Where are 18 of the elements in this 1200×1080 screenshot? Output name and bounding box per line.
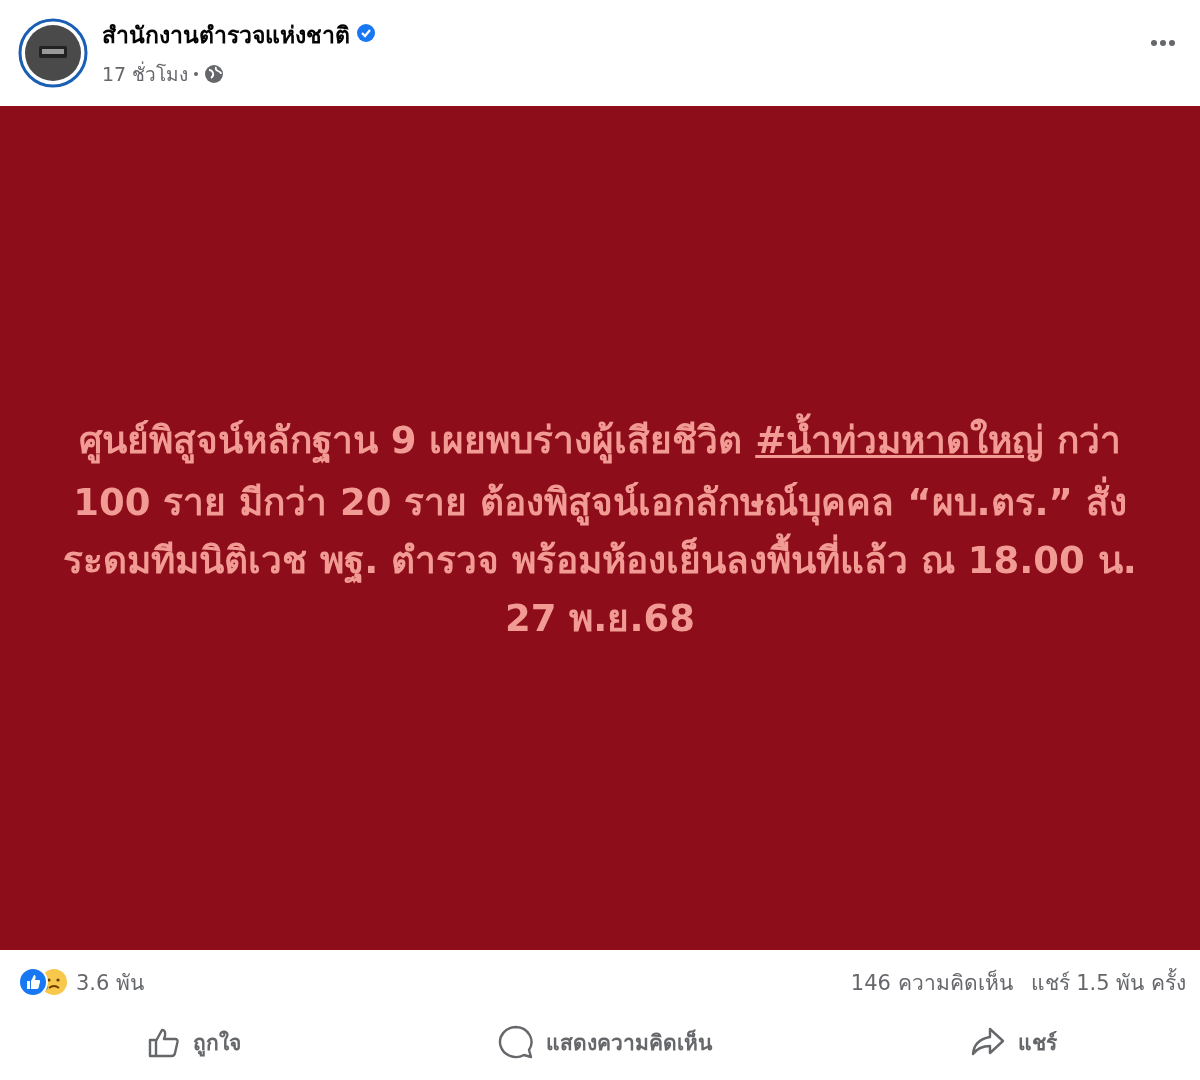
post-text: ศูนย์พิสูจน์หลักฐาน 9 เผยพบร่างผู้เสียชีวิต #น้ำท่วมหาดใหญ่ กว่า 100 ราย มีกว่า 20 ราย ต้องพิสูจน์เอกลักษณ์บุคคล “ผบ.ตร.” สั่งระดมทีมนิติเวช พฐ. ตำรวจ พร้อมห้องเย็นลงพื้นที่แล้ว ณ 18.00 น. 27 พ.ย.68 — [45, 408, 1155, 648]
reaction-count[interactable]: 3.6 พัน — [76, 965, 145, 999]
more-icon — [1150, 38, 1176, 47]
comment-count[interactable]: 146 ความคิดเห็น — [850, 965, 1013, 999]
avatar-icon[interactable] — [18, 18, 88, 88]
reaction-icons[interactable] — [18, 967, 70, 997]
globe-icon[interactable] — [204, 64, 225, 84]
share-button[interactable]: แชร์ — [930, 1019, 1098, 1065]
post-time[interactable]: 17 ชั่วโมง — [102, 59, 189, 89]
speech-bubble-icon — [498, 1025, 535, 1059]
thumbs-up-icon — [146, 1026, 181, 1058]
comment-button[interactable]: แสดงความคิดเห็น — [458, 1019, 753, 1065]
like-button[interactable]: ถูกใจ — [106, 1019, 281, 1065]
hashtag-link[interactable]: #น้ำท่วมหาดใหญ่ — [755, 408, 1045, 474]
separator-dot-icon — [194, 72, 199, 76]
share-count[interactable]: แชร์ 1.5 พัน ครั้ง — [1030, 965, 1186, 999]
page-name[interactable]: สำนักงานตำรวจแห่งชาติ — [102, 17, 350, 53]
share-arrow-icon — [970, 1026, 1007, 1058]
